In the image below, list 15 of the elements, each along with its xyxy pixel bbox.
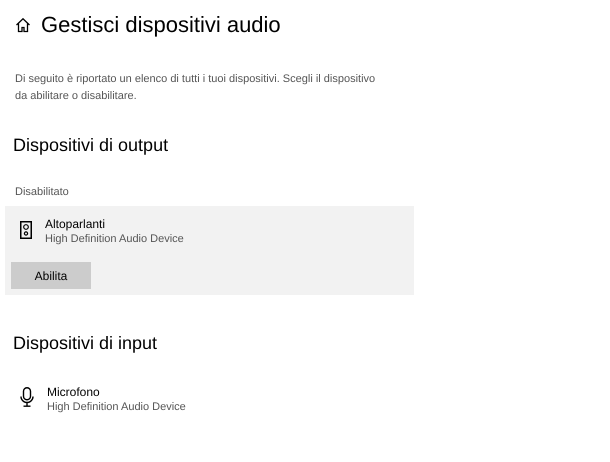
page-title: Gestisci dispositivi audio bbox=[41, 12, 281, 38]
device-subtitle: High Definition Audio Device bbox=[45, 233, 184, 245]
section-heading: Dispositivi di input bbox=[13, 333, 158, 354]
device-name: Altoparlanti bbox=[45, 217, 106, 231]
device-subtitle: High Definition Audio Device bbox=[47, 401, 186, 413]
device-item[interactable]: Microfono High Definition Audio Device bbox=[5, 374, 414, 419]
enable-button[interactable]: Abilita bbox=[11, 262, 91, 289]
device-card[interactable]: Altoparlanti High Definition Audio Device Abilita bbox=[5, 206, 414, 295]
device-name: Microfono bbox=[47, 385, 101, 399]
description-text: Di seguito è riportato un elenco di tutti i tuoi dispositivi. Scegli il dispositivo da abilitare o disabilitare. bbox=[15, 72, 376, 104]
home-icon[interactable] bbox=[15, 17, 31, 33]
section-heading: Dispositivi di output bbox=[13, 135, 170, 156]
group-label: Disabilitato bbox=[15, 186, 70, 198]
microphone-icon bbox=[20, 387, 34, 407]
speaker-icon bbox=[20, 221, 32, 239]
